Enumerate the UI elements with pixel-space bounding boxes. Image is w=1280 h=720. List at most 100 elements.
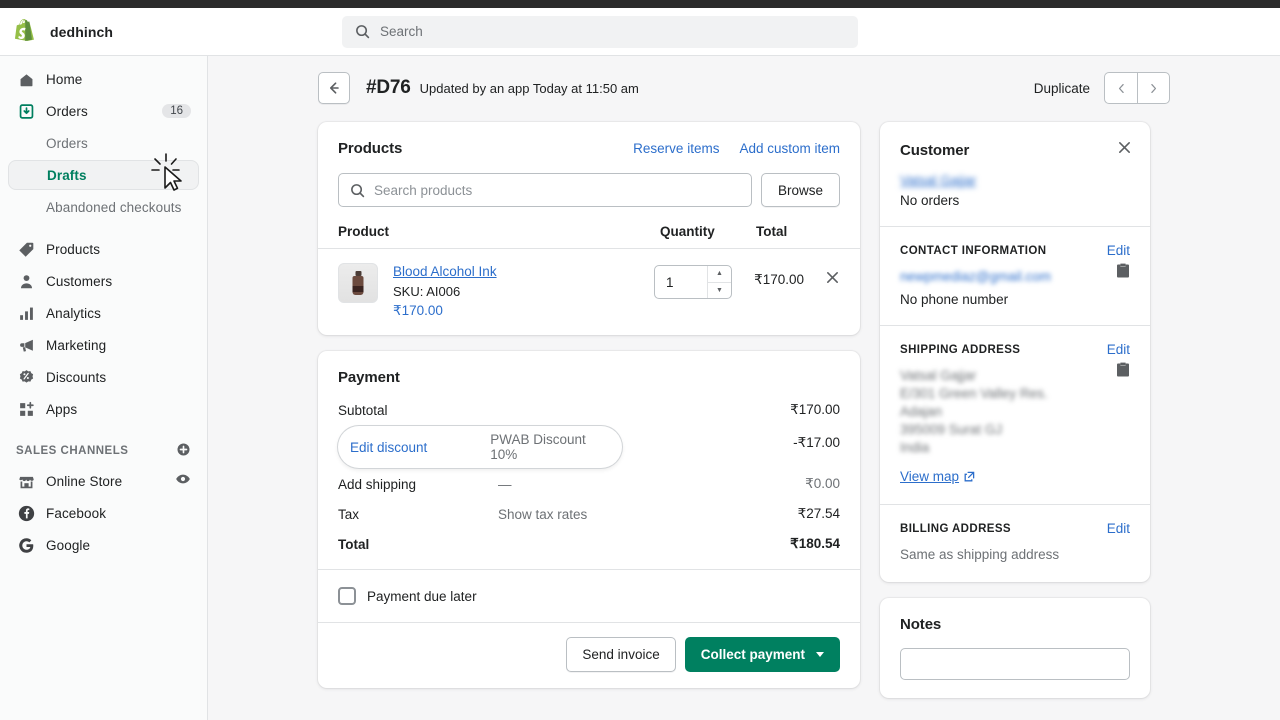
sales-channels-section-header: SALES CHANNELS bbox=[0, 442, 207, 460]
caret-up-icon[interactable]: ▲ bbox=[708, 266, 731, 283]
brand-area[interactable]: dedhinch bbox=[0, 18, 208, 45]
payment-card: Payment Subtotal ₹170.00 Edit discount P… bbox=[318, 351, 860, 688]
bottle-shape bbox=[352, 271, 364, 295]
duplicate-button[interactable]: Duplicate bbox=[1034, 81, 1090, 96]
previous-button[interactable] bbox=[1104, 72, 1137, 104]
notes-input[interactable] bbox=[900, 648, 1130, 680]
table-row: Blood Alcohol Ink SKU: AI006 ₹170.00 ▲ ▼… bbox=[318, 249, 860, 335]
products-header-links: Reserve items Add custom item bbox=[633, 141, 840, 156]
view-map-link[interactable]: View map bbox=[900, 469, 975, 484]
clipboard-copy-icon[interactable] bbox=[1116, 263, 1130, 284]
tax-link[interactable]: Tax bbox=[338, 507, 498, 522]
customer-orders-count: No orders bbox=[900, 193, 960, 208]
payment-row-subtotal: Subtotal ₹170.00 bbox=[318, 395, 860, 425]
notes-body: Notes bbox=[880, 598, 1150, 698]
browse-button[interactable]: Browse bbox=[760, 173, 840, 207]
plus-circle-icon[interactable] bbox=[176, 442, 191, 460]
customer-card-header: Customer bbox=[880, 122, 1150, 160]
payment-due-later-row[interactable]: Payment due later bbox=[318, 570, 860, 622]
payment-due-later-label: Payment due later bbox=[367, 588, 477, 604]
edit-shipping-link[interactable]: Edit bbox=[1107, 342, 1130, 357]
remove-line-item-button[interactable] bbox=[804, 270, 840, 290]
sales-channels-label: SALES CHANNELS bbox=[16, 445, 129, 457]
customer-body: Vatsal Gajjar No orders bbox=[880, 160, 1150, 226]
products-table-header: Product Quantity Total bbox=[318, 207, 860, 248]
payment-due-later-checkbox[interactable] bbox=[338, 587, 356, 605]
sidebar-item-marketing-label: Marketing bbox=[46, 337, 107, 353]
edit-billing-link[interactable]: Edit bbox=[1107, 521, 1130, 536]
sidebar-item-analytics[interactable]: Analytics bbox=[8, 298, 199, 328]
column-total: Total bbox=[756, 224, 788, 239]
sidebar-item-discounts[interactable]: Discounts bbox=[8, 362, 199, 392]
tag-icon bbox=[16, 239, 36, 259]
caret-down-icon[interactable]: ▼ bbox=[708, 283, 731, 299]
quantity-stepper-buttons: ▲ ▼ bbox=[707, 266, 731, 298]
notes-card: Notes bbox=[880, 598, 1150, 698]
sidebar-item-marketing[interactable]: Marketing bbox=[8, 330, 199, 360]
collect-payment-button[interactable]: Collect payment bbox=[684, 637, 840, 672]
close-customer-button[interactable] bbox=[1117, 140, 1132, 160]
product-name-link[interactable]: Blood Alcohol Ink bbox=[393, 264, 497, 279]
reserve-items-link[interactable]: Reserve items bbox=[633, 141, 719, 156]
store-name: dedhinch bbox=[50, 23, 114, 40]
sidebar-subitem-orders[interactable]: Orders bbox=[8, 128, 199, 158]
sidebar-item-home[interactable]: Home bbox=[8, 64, 199, 94]
global-search[interactable] bbox=[342, 15, 858, 48]
payment-actions: Send invoice Collect payment bbox=[318, 622, 860, 688]
edit-discount-link[interactable]: Edit discount bbox=[350, 440, 490, 455]
sidebar-channel-facebook-label: Facebook bbox=[46, 505, 107, 521]
page-title: #D76 bbox=[366, 77, 411, 98]
add-custom-item-link[interactable]: Add custom item bbox=[739, 141, 840, 156]
address-line: E/301 Green Valley Res. bbox=[900, 386, 1048, 401]
browser-chrome-bar bbox=[0, 0, 1280, 8]
sidebar-channel-google-label: Google bbox=[46, 537, 91, 553]
main-content: #D76 Updated by an app Today at 11:50 am… bbox=[208, 56, 1280, 720]
tax-amount: ₹27.54 bbox=[797, 506, 840, 521]
global-search-input[interactable] bbox=[380, 24, 845, 39]
right-column: Customer Vatsal Gajjar No orders CONTACT… bbox=[880, 122, 1150, 714]
chevron-right-icon bbox=[1151, 83, 1157, 93]
products-title: Products bbox=[338, 140, 403, 157]
customer-email[interactable]: newpmediaz@gmail.com bbox=[900, 269, 1051, 284]
sidebar-item-products[interactable]: Products bbox=[8, 234, 199, 264]
product-search-input[interactable] bbox=[374, 182, 740, 198]
quantity-stepper[interactable]: ▲ ▼ bbox=[654, 265, 732, 299]
collect-payment-label: Collect payment bbox=[700, 647, 805, 662]
product-unit-price: ₹170.00 bbox=[393, 303, 443, 318]
discount-tag: PWAB Discount 10% bbox=[490, 432, 586, 462]
sidebar-item-apps[interactable]: Apps bbox=[8, 394, 199, 424]
shipping-section-header: SHIPPING ADDRESS Edit bbox=[900, 342, 1130, 357]
address-line: Adajan bbox=[900, 404, 943, 419]
sidebar-item-orders[interactable]: Orders 16 bbox=[8, 96, 199, 126]
sidebar-subitem-drafts[interactable]: Drafts bbox=[8, 160, 199, 190]
edit-discount-pill[interactable]: Edit discount PWAB Discount 10% bbox=[338, 426, 622, 468]
sidebar-channel-facebook[interactable]: Facebook bbox=[8, 498, 199, 528]
sidebar-subitem-abandoned-checkouts[interactable]: Abandoned checkouts bbox=[8, 192, 199, 222]
next-button[interactable] bbox=[1137, 72, 1170, 104]
show-tax-rates-link[interactable]: Show tax rates bbox=[498, 507, 748, 522]
back-button[interactable] bbox=[318, 72, 350, 104]
bar-chart-icon bbox=[16, 303, 36, 323]
sidebar-channel-online-store[interactable]: Online Store bbox=[8, 466, 199, 496]
product-sku: SKU: AI006 bbox=[393, 284, 461, 299]
product-info: Blood Alcohol Ink SKU: AI006 ₹170.00 bbox=[393, 263, 654, 319]
quantity-input[interactable] bbox=[655, 274, 707, 290]
edit-contact-link[interactable]: Edit bbox=[1107, 243, 1130, 258]
header-actions: Duplicate bbox=[1034, 72, 1170, 104]
sidebar-item-customers[interactable]: Customers bbox=[8, 266, 199, 296]
product-search[interactable] bbox=[338, 173, 752, 207]
sidebar-subitem-abandoned-checkouts-label: Abandoned checkouts bbox=[46, 199, 182, 215]
add-shipping-link[interactable]: Add shipping bbox=[338, 477, 498, 492]
address-line: 395009 Surat GJ bbox=[900, 422, 1003, 437]
customer-card: Customer Vatsal Gajjar No orders CONTACT… bbox=[880, 122, 1150, 582]
send-invoice-button[interactable]: Send invoice bbox=[566, 637, 676, 672]
sidebar-item-discounts-label: Discounts bbox=[46, 369, 107, 385]
facebook-icon bbox=[16, 503, 36, 523]
ink-bottle-thumbnail bbox=[338, 263, 378, 303]
eye-icon[interactable] bbox=[175, 471, 191, 492]
caret-down-icon bbox=[816, 652, 824, 657]
sidebar-channel-google[interactable]: Google bbox=[8, 530, 199, 560]
sidebar-item-apps-label: Apps bbox=[46, 401, 78, 417]
customer-name-link[interactable]: Vatsal Gajjar bbox=[900, 173, 976, 188]
search-icon bbox=[351, 183, 365, 197]
